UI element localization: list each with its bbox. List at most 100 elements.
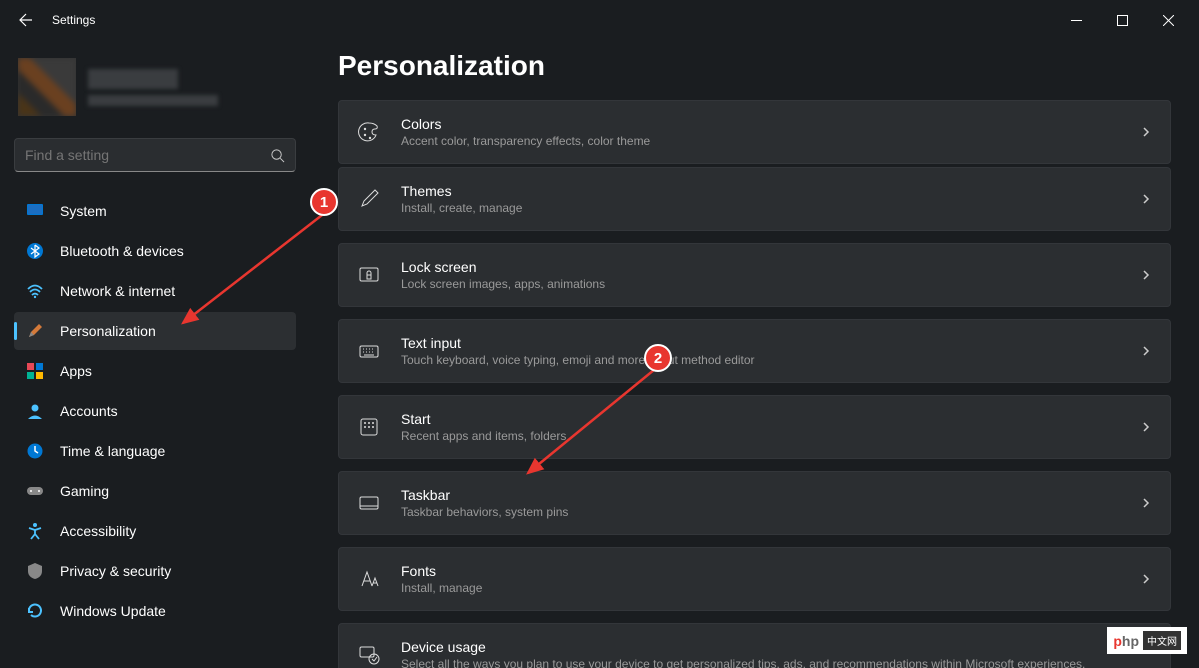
nav-personalization[interactable]: Personalization <box>14 312 296 350</box>
spacer <box>338 234 1171 240</box>
taskbar-icon <box>357 491 381 515</box>
display-icon <box>26 202 44 220</box>
nav-apps[interactable]: Apps <box>14 352 296 390</box>
update-icon <box>26 602 44 620</box>
nav-privacy[interactable]: Privacy & security <box>14 552 296 590</box>
apps-icon <box>26 362 44 380</box>
nav-label: Personalization <box>60 323 156 339</box>
settings-cards: Colors Accent color, transparency effects… <box>338 100 1171 668</box>
device-usage-icon <box>357 643 381 667</box>
keyboard-icon <box>357 339 381 363</box>
profile-section[interactable] <box>14 48 296 126</box>
nav-label: Apps <box>60 363 92 379</box>
card-title: Fonts <box>401 563 1120 579</box>
nav-bluetooth[interactable]: Bluetooth & devices <box>14 232 296 270</box>
card-fonts[interactable]: Fonts Install, manage <box>338 547 1171 611</box>
card-sub: Install, manage <box>401 581 1120 595</box>
card-lock-screen[interactable]: Lock screenLock screen images, apps, ani… <box>338 243 1171 307</box>
nav-system[interactable]: System <box>14 192 296 230</box>
nav: System Bluetooth & devices Network & int… <box>14 192 296 630</box>
watermark-logo: php <box>1113 633 1139 649</box>
nav-label: Bluetooth & devices <box>60 243 184 259</box>
profile-name-redacted <box>88 69 178 89</box>
watermark: php 中文网 <box>1107 627 1187 654</box>
fonts-icon <box>357 567 381 591</box>
arrow-left-icon <box>18 12 34 28</box>
profile-email-redacted <box>88 95 218 106</box>
minimize-icon <box>1071 15 1082 26</box>
watermark-text: 中文网 <box>1143 631 1181 650</box>
card-text-input[interactable]: Text inputTouch keyboard, voice typing, … <box>338 319 1171 383</box>
card-start[interactable]: Start Recent apps and items, folders <box>338 395 1171 459</box>
nav-label: Privacy & security <box>60 563 171 579</box>
nav-windows-update[interactable]: Windows Update <box>14 592 296 630</box>
card-device-usage[interactable]: Device usage Select all the ways you plan… <box>338 623 1171 668</box>
card-sub: Lock screen images, apps, animations <box>401 277 1120 291</box>
card-title: Device usage <box>401 639 1152 655</box>
nav-label: Network & internet <box>60 283 175 299</box>
close-button[interactable] <box>1145 4 1191 36</box>
titlebar: Settings <box>0 0 1199 40</box>
shield-icon <box>26 562 44 580</box>
spacer <box>338 614 1171 620</box>
paintbrush-icon <box>26 322 44 340</box>
chevron-right-icon <box>1140 269 1152 281</box>
spacer <box>338 310 1171 316</box>
main-content: Personalization Colors Accent color, tran… <box>310 40 1199 668</box>
page-title: Personalization <box>338 50 1171 82</box>
chevron-right-icon <box>1140 193 1152 205</box>
back-button[interactable] <box>8 2 44 38</box>
nav-label: Accessibility <box>60 523 136 539</box>
person-icon <box>26 402 44 420</box>
chevron-right-icon <box>1140 421 1152 433</box>
nav-accessibility[interactable]: Accessibility <box>14 512 296 550</box>
card-title: Taskbar <box>401 487 1120 503</box>
lock-screen-icon <box>357 263 381 287</box>
brush-icon <box>357 187 381 211</box>
nav-gaming[interactable]: Gaming <box>14 472 296 510</box>
card-sub: Install, create, manage <box>401 201 1120 215</box>
card-sub: Recent apps and items, folders <box>401 429 1120 443</box>
chevron-right-icon <box>1140 497 1152 509</box>
nav-label: Gaming <box>60 483 109 499</box>
nav-label: Time & language <box>60 443 165 459</box>
sidebar: System Bluetooth & devices Network & int… <box>0 40 310 668</box>
card-title: Colors <box>401 116 1120 132</box>
bluetooth-icon <box>26 242 44 260</box>
chevron-right-icon <box>1140 126 1152 138</box>
nav-label: Windows Update <box>60 603 166 619</box>
card-title: Start <box>401 411 1120 427</box>
nav-label: System <box>60 203 107 219</box>
card-sub: Touch keyboard, voice typing, emoji and … <box>401 353 1120 367</box>
nav-network[interactable]: Network & internet <box>14 272 296 310</box>
clock-globe-icon <box>26 442 44 460</box>
start-icon <box>357 415 381 439</box>
maximize-button[interactable] <box>1099 4 1145 36</box>
card-sub: Select all the ways you plan to use your… <box>401 657 1152 668</box>
search-input[interactable] <box>25 147 270 163</box>
wifi-icon <box>26 282 44 300</box>
window-controls <box>1053 4 1191 36</box>
spacer <box>338 462 1171 468</box>
accessibility-icon <box>26 522 44 540</box>
spacer <box>338 386 1171 392</box>
nav-time-language[interactable]: Time & language <box>14 432 296 470</box>
search-box[interactable] <box>14 138 296 172</box>
card-title: Themes <box>401 183 1120 199</box>
card-taskbar[interactable]: Taskbar Taskbar behaviors, system pins <box>338 471 1171 535</box>
gamepad-icon <box>26 482 44 500</box>
chevron-right-icon <box>1140 345 1152 357</box>
card-sub: Accent color, transparency effects, colo… <box>401 134 1120 148</box>
card-colors[interactable]: Colors Accent color, transparency effects… <box>338 100 1171 164</box>
nav-label: Accounts <box>60 403 118 419</box>
nav-accounts[interactable]: Accounts <box>14 392 296 430</box>
search-icon <box>270 148 285 163</box>
card-themes[interactable]: Themes Install, create, manage <box>338 167 1171 231</box>
minimize-button[interactable] <box>1053 4 1099 36</box>
card-sub: Taskbar behaviors, system pins <box>401 505 1120 519</box>
palette-icon <box>357 120 381 144</box>
maximize-icon <box>1117 15 1128 26</box>
spacer <box>338 538 1171 544</box>
window-title: Settings <box>52 13 95 27</box>
close-icon <box>1163 15 1174 26</box>
